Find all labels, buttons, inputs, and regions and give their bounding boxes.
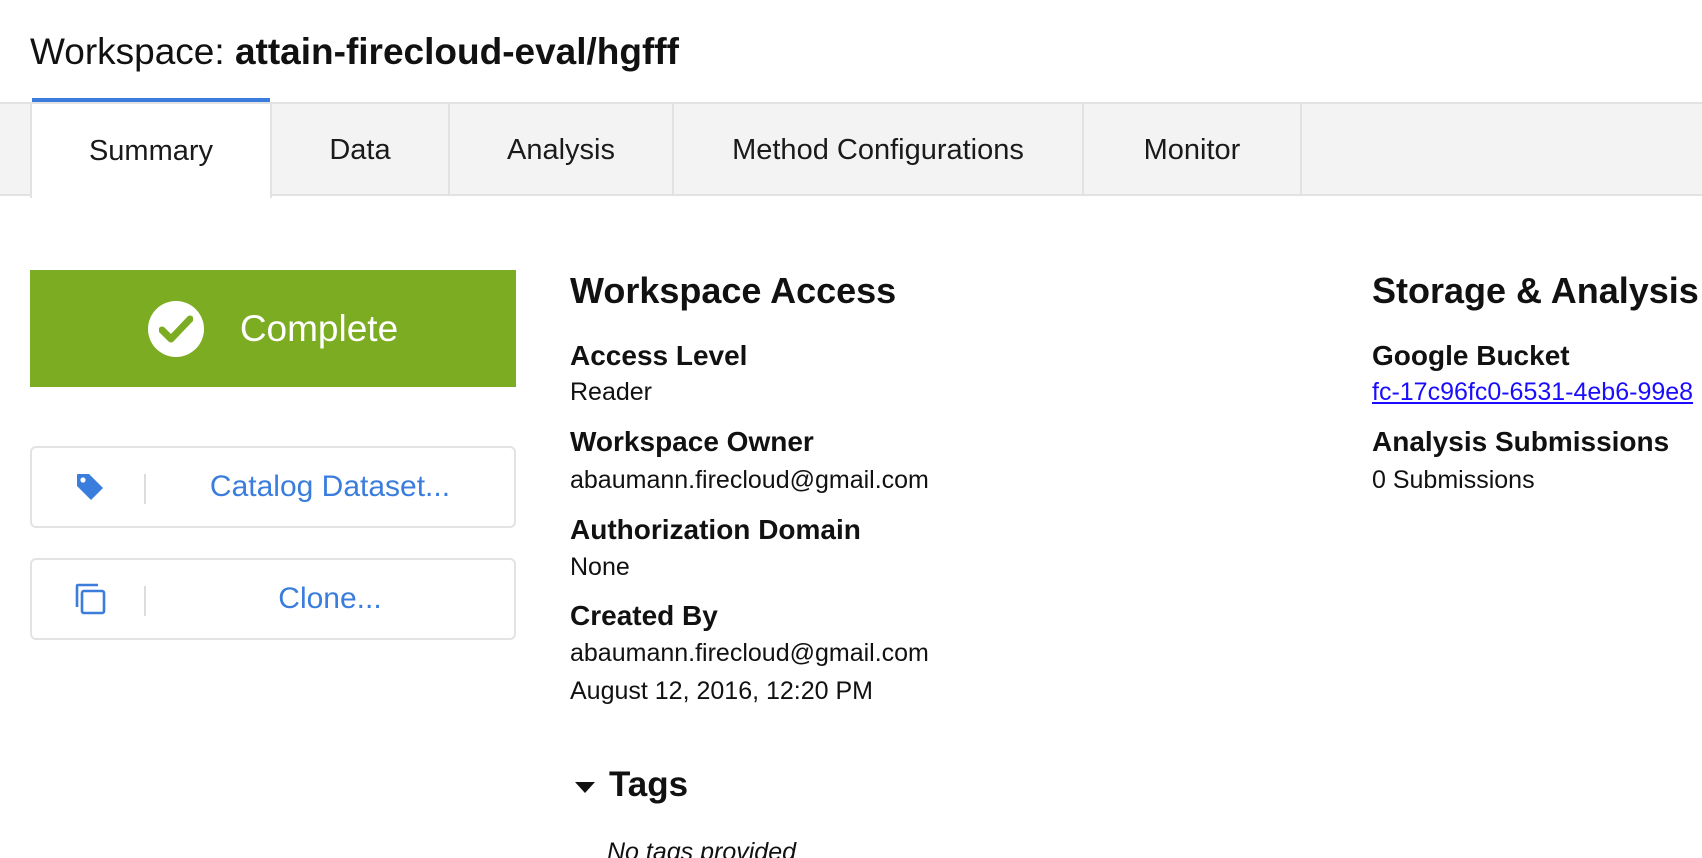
no-tags-text: No tags provided: [607, 838, 797, 858]
status-label: Complete: [239, 307, 399, 349]
access-level-value: Reader: [570, 378, 652, 406]
tab-bar: Summary Data Analysis Method Configurati…: [0, 102, 1702, 198]
storage-analysis-title: Storage & Analysis: [1372, 270, 1699, 311]
page-title: Workspace: attain-firecloud-eval/hgfff: [30, 30, 679, 74]
google-bucket-label: Google Bucket: [1372, 340, 1570, 371]
tab-analysis-label: Analysis: [507, 133, 615, 166]
tab-analysis[interactable]: Analysis: [450, 104, 674, 196]
tags-toggle[interactable]: Tags: [575, 765, 688, 805]
access-level-label: Access Level: [570, 340, 748, 371]
tab-summary[interactable]: Summary: [30, 104, 272, 198]
analysis-submissions-label: Analysis Submissions: [1372, 426, 1670, 457]
catalog-dataset-button[interactable]: Catalog Dataset...: [30, 446, 516, 528]
catalog-dataset-label: Catalog Dataset...: [209, 470, 451, 503]
clone-button[interactable]: Clone...: [30, 558, 516, 640]
analysis-submissions-value: 0 Submissions: [1372, 466, 1535, 494]
page-title-prefix: Workspace:: [30, 31, 235, 72]
tab-monitor[interactable]: Monitor: [1084, 104, 1302, 196]
workspace-access-title: Workspace Access: [570, 270, 897, 311]
clone-label: Clone...: [278, 582, 382, 615]
tab-monitor-label: Monitor: [1143, 133, 1241, 166]
created-by-value: abaumann.firecloud@gmail.com: [570, 639, 929, 667]
tab-data-label: Data: [329, 133, 391, 166]
tag-icon: [72, 448, 108, 526]
workspace-owner-value: abaumann.firecloud@gmail.com: [570, 466, 929, 494]
check-circle-icon: [147, 300, 204, 357]
google-bucket-link[interactable]: fc-17c96fc0-6531-4eb6-99e8: [1372, 378, 1693, 407]
authorization-domain-value: None: [570, 553, 630, 581]
created-date-value: August 12, 2016, 12:20 PM: [570, 677, 873, 705]
tab-method-configurations-label: Method Configurations: [732, 133, 1024, 166]
tab-summary-label: Summary: [88, 134, 214, 167]
workspace-name: attain-firecloud-eval/hgfff: [234, 31, 679, 72]
authorization-domain-label: Authorization Domain: [570, 514, 861, 545]
caret-down-icon: [575, 781, 595, 793]
tab-data[interactable]: Data: [272, 104, 450, 196]
tags-title: Tags: [609, 765, 689, 804]
created-by-label: Created By: [570, 600, 718, 631]
tab-method-configurations[interactable]: Method Configurations: [674, 104, 1084, 196]
workspace-owner-label: Workspace Owner: [570, 426, 814, 457]
workspace-page: Workspace: attain-firecloud-eval/hgfff S…: [0, 0, 1702, 858]
status-badge: Complete: [30, 270, 516, 387]
copy-icon: [72, 560, 108, 638]
